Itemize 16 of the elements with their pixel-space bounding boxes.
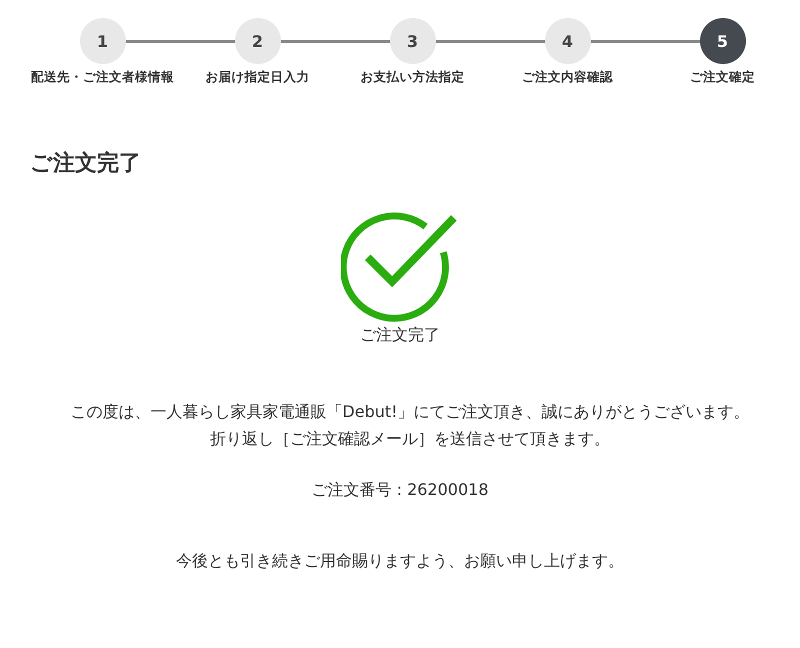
step-label: お届け指定日入力 <box>206 69 310 86</box>
step-label: お支払い方法指定 <box>360 69 464 86</box>
status-label: ご注文完了 <box>360 324 440 346</box>
step-number: 5 <box>700 18 746 64</box>
step-number: 2 <box>234 18 280 64</box>
step-label: ご注文確定 <box>690 69 755 86</box>
page-heading: ご注文完了 <box>30 150 142 178</box>
closing-text: 今後とも引き続きご用命賜りますよう、お願い申し上げます。 <box>175 550 625 572</box>
step-label: ご注文内容確認 <box>522 69 613 86</box>
step-number: 1 <box>80 18 126 64</box>
message-text: 折り返し［ご注文確認メール］を送信させて頂きます。 <box>209 428 611 450</box>
step-label: 配送先・ご注文者様情報 <box>31 69 174 86</box>
step-number: 3 <box>390 18 436 64</box>
order-number: ご注文番号 : 26200018 <box>310 480 490 501</box>
message-text: この度は、一人暮らし家具家電通販「Debut!」にてご注文頂き、誠にありがとうございます。 <box>69 400 751 423</box>
step-number: 4 <box>544 18 590 64</box>
